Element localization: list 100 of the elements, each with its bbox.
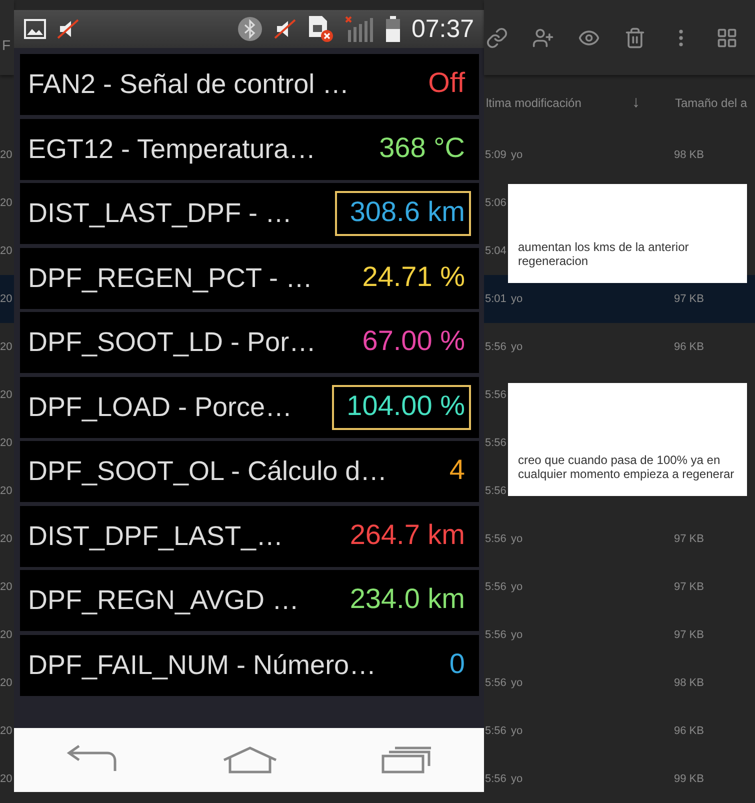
owner-cell: yo	[511, 581, 523, 593]
sensor-row[interactable]: DPF_SOOT_LD - Por… 67.00 %	[20, 312, 479, 373]
sensor-row[interactable]: DPF_FAIL_NUM - Número… 0	[20, 634, 479, 696]
size-cell: 96 KB	[674, 725, 704, 737]
file-row[interactable]: 20	[0, 179, 14, 227]
file-row[interactable]: 20	[0, 611, 14, 659]
file-row[interactable]: 20	[0, 515, 14, 563]
sensor-name: DPF_SOOT_OL - Cálculo d…	[28, 456, 388, 487]
file-row[interactable]: 5:56 yo 97 KB	[484, 515, 755, 563]
sensor-row[interactable]: EGT12 - Temperatura… 368 °C	[20, 118, 479, 180]
file-row[interactable]: 20	[0, 275, 14, 323]
time-cell: 5:56	[485, 677, 506, 689]
sensor-value: 264.7 km	[348, 518, 466, 552]
size-cell: 97 KB	[674, 629, 704, 641]
owner-cell: yo	[511, 677, 523, 689]
sensor-value: 67.00 %	[361, 324, 466, 358]
sensor-name: EGT12 - Temperatura…	[28, 134, 317, 164]
time-cell: 5:56	[485, 629, 506, 641]
comment-text: creo que cuando pasa de 100% ya en cualquier momento empieza a regenerar	[518, 453, 736, 481]
recent-apps-icon[interactable]	[381, 746, 433, 774]
time-cell: 5:56	[485, 773, 506, 785]
date-cell: 20	[0, 629, 12, 641]
file-row[interactable]: 5:56 yo 96 KB	[484, 323, 755, 371]
owner-cell: yo	[511, 533, 523, 545]
sensor-value: 234.0 km	[348, 582, 466, 616]
size-cell: 97 KB	[674, 581, 704, 593]
signal-icon	[345, 16, 376, 42]
size-cell: 98 KB	[674, 677, 704, 689]
date-cell: 20	[0, 245, 12, 257]
file-row[interactable]: 20	[0, 659, 14, 707]
owner-cell: yo	[511, 341, 523, 353]
owner-cell: yo	[511, 293, 523, 305]
sensor-name: DPF_FAIL_NUM - Número…	[28, 650, 378, 680]
date-cell: 20	[0, 293, 12, 305]
bluetooth-icon	[237, 16, 264, 42]
page-title: F	[1, 36, 11, 52]
link-icon[interactable]	[486, 26, 508, 48]
file-row[interactable]: 20	[0, 323, 14, 371]
time-cell: 5:56	[485, 389, 506, 401]
sensor-name: FAN2 - Señal de control …	[28, 69, 350, 100]
file-row[interactable]: 20	[0, 755, 14, 803]
time-cell: 5:56	[485, 533, 506, 545]
file-row[interactable]: 5:09 yo 98 KB	[484, 131, 755, 179]
sensor-value: 0	[448, 646, 466, 680]
time-cell: 5:09	[485, 149, 506, 161]
mute-icon	[56, 18, 80, 40]
file-row[interactable]: 20	[0, 371, 14, 419]
sensor-name: DPF_REGEN_PCT - …	[28, 262, 314, 294]
home-icon[interactable]	[221, 746, 279, 774]
time-cell: 5:01	[485, 293, 506, 305]
file-row[interactable]: 20	[0, 131, 14, 179]
file-row[interactable]: 20	[0, 227, 14, 275]
sensor-value: 4	[448, 453, 466, 487]
file-row[interactable]: 20	[0, 707, 14, 755]
add-person-icon[interactable]	[532, 26, 554, 48]
file-row[interactable]: 20	[0, 467, 14, 515]
file-row[interactable]: 20	[0, 419, 14, 467]
date-cell: 20	[0, 485, 12, 497]
date-cell: 20	[0, 437, 12, 449]
sensor-name: DPF_LOAD - Porce…	[28, 392, 294, 422]
sensor-row[interactable]: DPF_SOOT_OL - Cálculo d… 4	[20, 441, 479, 502]
date-cell: 20	[0, 581, 12, 593]
date-cell: 20	[0, 677, 12, 689]
sensor-row[interactable]: FAN2 - Señal de control … Off	[20, 54, 479, 115]
date-cell: 20	[0, 341, 12, 353]
date-cell: 20	[0, 725, 12, 737]
file-row[interactable]: 5:56 yo 97 KB	[484, 563, 755, 611]
battery-icon	[385, 16, 402, 42]
sensor-row[interactable]: DIST_LAST_DPF - … 308.6 km	[20, 183, 479, 244]
sensor-value: 24.71 %	[361, 260, 466, 294]
owner-cell: yo	[511, 725, 523, 737]
file-row[interactable]: 20	[0, 563, 14, 611]
sensor-row[interactable]: DPF_REGN_AVGD … 234.0 km	[20, 570, 479, 631]
sensor-value: 308.6 km	[334, 191, 471, 236]
file-row[interactable]: 5:56 yo 96 KB	[484, 707, 755, 755]
date-cell: 20	[0, 389, 12, 401]
size-cell: 99 KB	[674, 773, 704, 785]
owner-cell: yo	[511, 149, 523, 161]
sensor-row[interactable]: DIST_DPF_LAST_… 264.7 km	[20, 506, 479, 566]
sensor-name: DPF_REGN_AVGD …	[28, 585, 300, 616]
sim-card-icon	[307, 15, 336, 43]
column-header[interactable]: ltima modificación	[486, 96, 582, 110]
file-row[interactable]: 5:56 yo 97 KB	[484, 611, 755, 659]
sensor-row[interactable]: DPF_REGEN_PCT - … 24.71 %	[20, 248, 479, 308]
date-cell: 20	[0, 533, 12, 545]
sensor-row[interactable]: DPF_LOAD - Porce… 104.00 %	[20, 376, 479, 438]
file-row[interactable]: 5:56 yo 98 KB	[484, 659, 755, 707]
grid-icon[interactable]	[716, 26, 738, 48]
column-header[interactable]: Tamaño del a	[675, 96, 748, 110]
sensor-name: DIST_LAST_DPF - …	[28, 198, 294, 229]
sensor-value: 104.00 %	[332, 384, 471, 430]
sensor-name: DIST_DPF_LAST_…	[28, 520, 284, 552]
file-row[interactable]: 5:56 yo 99 KB	[484, 755, 755, 803]
trash-icon[interactable]	[624, 26, 646, 48]
time-cell: 5:06	[485, 197, 506, 209]
date-cell: 20	[0, 149, 12, 161]
sensor-value: 368 °C	[378, 130, 466, 164]
owner-cell: yo	[511, 629, 523, 641]
size-cell: 96 KB	[674, 341, 704, 353]
sort-arrow[interactable]: ↓	[632, 94, 640, 112]
